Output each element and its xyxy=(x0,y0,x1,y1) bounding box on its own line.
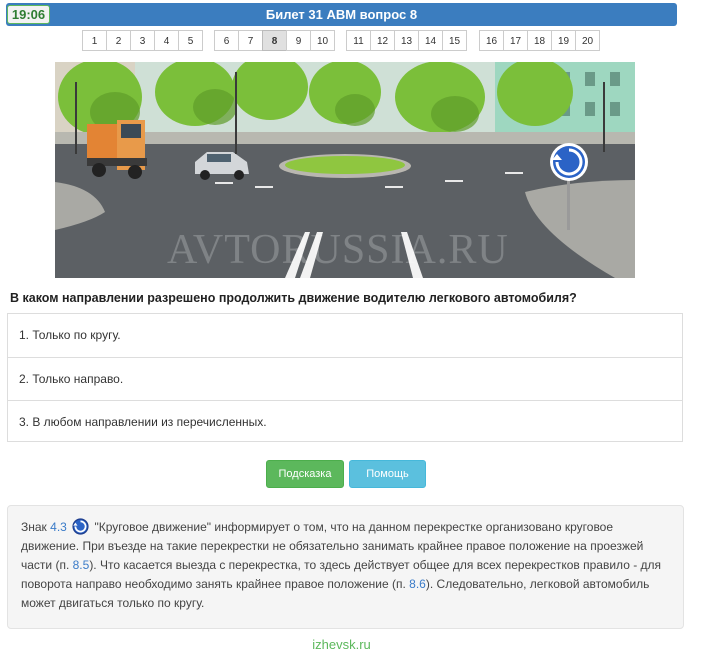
page-button[interactable]: 1 xyxy=(82,30,107,51)
question-image: AVTORUSSIA.RU xyxy=(55,62,635,278)
page-button[interactable]: 18 xyxy=(527,30,552,51)
page-button[interactable]: 13 xyxy=(394,30,419,51)
page-button[interactable]: 9 xyxy=(286,30,311,51)
explanation-text: Знак xyxy=(21,520,51,534)
page-button-active[interactable]: 8 xyxy=(262,30,287,51)
question-pager: 11 12 13 14 15 xyxy=(346,30,467,51)
hint-button[interactable]: Подсказка xyxy=(266,460,344,488)
page-button[interactable]: 10 xyxy=(310,30,335,51)
question-pager: 16 17 18 19 20 xyxy=(479,30,600,51)
answer-option[interactable]: 2. Только направо. xyxy=(8,357,682,400)
page-button[interactable]: 3 xyxy=(130,30,155,51)
explanation-panel: Знак 4.3 "Круговое движение" информирует… xyxy=(7,505,684,629)
answer-option[interactable]: 3. В любом направлении из перечисленных. xyxy=(8,400,682,443)
footer-site[interactable]: izhevsk.ru xyxy=(0,637,683,652)
page-button[interactable]: 4 xyxy=(154,30,179,51)
page-button[interactable]: 7 xyxy=(238,30,263,51)
page-button[interactable]: 16 xyxy=(479,30,504,51)
roundabout-sign-icon xyxy=(72,518,89,535)
answer-list: 1. Только по кругу. 2. Только направо. 3… xyxy=(7,313,683,442)
page-button[interactable]: 14 xyxy=(418,30,443,51)
page-button[interactable]: 2 xyxy=(106,30,131,51)
timer: 19:06 xyxy=(7,5,50,24)
page-button[interactable]: 12 xyxy=(370,30,395,51)
page-button[interactable]: 11 xyxy=(346,30,371,51)
question-text: В каком направлении разрешено продолжить… xyxy=(10,291,577,305)
page-button[interactable]: 19 xyxy=(551,30,576,51)
ticket-title: Билет 31 ABM вопрос 8 xyxy=(265,7,418,22)
page-button[interactable]: 5 xyxy=(178,30,203,51)
page-button[interactable]: 15 xyxy=(442,30,467,51)
question-pager: 1 2 3 4 5 xyxy=(82,30,203,51)
question-pager: 6 7 8 9 10 xyxy=(214,30,335,51)
help-button[interactable]: Помощь xyxy=(349,460,426,488)
answer-option[interactable]: 1. Только по кругу. xyxy=(8,314,682,357)
sign-link[interactable]: 4.3 xyxy=(50,520,67,534)
page-button[interactable]: 6 xyxy=(214,30,239,51)
rule-link[interactable]: 8.6 xyxy=(409,577,426,591)
rule-link[interactable]: 8.5 xyxy=(73,558,90,572)
image-watermark: AVTORUSSIA.RU xyxy=(167,227,509,273)
page-button[interactable]: 17 xyxy=(503,30,528,51)
header-bar: Билет 31 ABM вопрос 8 xyxy=(6,3,677,26)
page-button[interactable]: 20 xyxy=(575,30,600,51)
